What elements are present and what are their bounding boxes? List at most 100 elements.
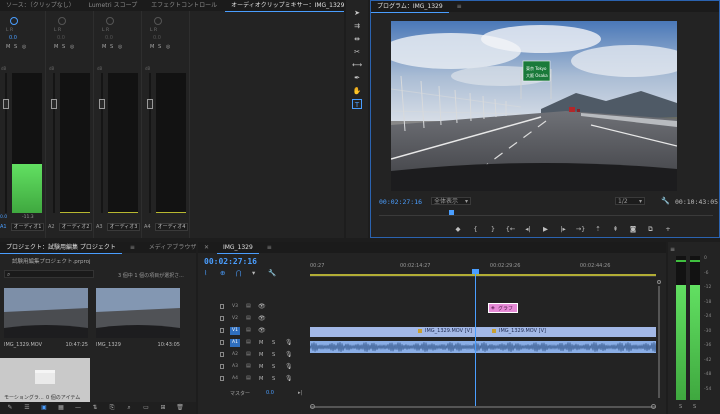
volume-fader-handle[interactable] [3,99,9,109]
timeline-horizontal-scrollbar[interactable] [310,404,656,410]
freeform-view-icon[interactable]: ▦ [55,404,67,411]
microphone-icon[interactable]: 🎙 [285,339,293,346]
button-editor-icon[interactable]: ⧉ [644,225,658,234]
quality-select[interactable]: 1/2 ▾ [615,197,645,205]
nest-icon[interactable]: ⋂ [236,269,241,277]
volume-fader-track[interactable] [149,73,151,213]
timeline-vertical-scrollbar[interactable] [656,278,662,402]
go-to-end-icon[interactable]: ▸| [298,390,302,396]
play-icon[interactable]: ▶ [539,225,553,233]
extract-icon[interactable]: ⇞ [609,225,623,233]
sync-lock-icon[interactable]: ▤ [246,315,251,321]
export-frame-icon[interactable]: ◙ [626,225,640,233]
volume-fader-track[interactable] [5,73,7,213]
mute-button[interactable]: M [259,376,263,382]
project-item-clip[interactable]: IMG_1329.MOV 10:47:25 [4,288,88,354]
step-forward-icon[interactable]: |▸ [556,225,570,233]
ripple-edit-icon[interactable]: ⇹ [352,34,362,44]
solo-button[interactable]: S [158,44,161,50]
go-to-in-icon[interactable]: {← [504,225,518,233]
lock-icon[interactable] [220,340,224,345]
eye-icon[interactable]: 👁 [258,303,266,310]
linked-selection-icon[interactable]: ⊕ [220,269,225,277]
sync-lock-icon[interactable]: ▤ [246,327,251,333]
video-clip-v1[interactable]: IMG_1329.MOV [V] IMG_1329.MOV [V] [310,327,656,337]
pan-value[interactable]: 0.0 [57,35,65,41]
channel-name[interactable]: オーディオ1 [11,223,44,231]
mute-button[interactable]: M [259,364,263,370]
pan-value[interactable]: 0.0 [105,35,113,41]
timeline-timecode[interactable]: 00:02:27:16 [204,257,257,266]
tab-lumetri-scopes[interactable]: Lumetri スコープ [83,0,144,11]
program-timecode[interactable]: 00:02:27:16 [379,198,422,206]
step-back-icon[interactable]: ◂| [521,225,535,233]
lock-icon[interactable] [220,376,224,381]
audio-clip-a1[interactable] [310,341,656,353]
volume-value[interactable]: 0.0 [0,215,7,220]
sync-lock-icon[interactable]: ▤ [246,375,251,381]
auto-sequence-icon[interactable]: ⎘ [106,404,118,412]
microphone-icon[interactable]: 🎙 [285,375,293,382]
mark-in-icon[interactable]: { [469,225,483,233]
sync-lock-icon[interactable]: ▤ [246,363,251,369]
add-marker-icon[interactable]: ◆ [451,225,465,233]
mute-button[interactable]: M [259,340,263,346]
razor-icon[interactable]: ✂ [352,47,362,57]
pan-knob[interactable] [10,17,18,25]
pan-value[interactable]: 0.0 [153,35,161,41]
track-target-button[interactable]: A4 [230,375,240,383]
solo-button[interactable]: S [272,364,275,370]
pan-knob[interactable] [58,17,66,25]
project-item-sequence[interactable]: IMG_1329 10:43:05 [96,288,180,354]
track-target-button[interactable]: V1 [230,327,240,335]
sort-icon[interactable]: ⇅ [89,404,101,411]
microphone-icon[interactable]: 🎙 [285,351,293,358]
go-to-out-icon[interactable]: →} [574,225,588,233]
volume-fader-track[interactable] [101,73,103,213]
panel-menu-icon[interactable]: ≡ [124,242,141,253]
write-keyframes-icon[interactable]: ◎ [22,44,26,50]
type-icon[interactable]: T [352,99,362,109]
pen-icon[interactable]: ✒ [352,73,362,83]
solo-button[interactable]: S [272,352,275,358]
panel-menu-icon[interactable]: ≡ [451,1,468,12]
channel-name[interactable]: オーディオ2 [59,223,92,231]
zoom-select[interactable]: 全体表示 ▾ [431,197,471,205]
find-icon[interactable]: ⌕ [123,404,135,412]
channel-name[interactable]: オーディオ3 [107,223,140,231]
solo-button[interactable]: S [14,44,17,50]
track-target-button[interactable]: A2 [230,351,240,359]
hand-icon[interactable]: ✋ [352,86,362,96]
track-target-button[interactable]: V3 [230,303,240,311]
sync-lock-icon[interactable]: ▤ [246,339,251,345]
program-playhead-handle[interactable] [449,210,455,215]
mute-button[interactable]: M [102,44,106,50]
lock-icon[interactable] [220,304,224,309]
delete-icon[interactable]: 🗑 [174,404,186,411]
slip-icon[interactable]: ⟷ [352,60,362,70]
track-select-icon[interactable]: ⇉ [352,21,362,31]
close-icon[interactable]: ✕ [198,242,215,253]
graphic-clip[interactable]: ◈ グラフ [488,303,518,313]
add-marker-icon[interactable]: ▾ [252,269,255,277]
solo-right-button[interactable]: S [693,404,696,410]
sync-lock-icon[interactable]: ▤ [246,303,251,309]
project-search-input[interactable]: ⌕ [4,270,94,278]
eye-icon[interactable]: 👁 [258,315,266,322]
track-target-button[interactable]: A3 [230,363,240,371]
tab-source[interactable]: ソース：（クリップなし） [0,0,81,11]
microphone-icon[interactable]: 🎙 [285,363,293,370]
lock-icon[interactable] [220,364,224,369]
solo-button[interactable]: S [272,340,275,346]
icon-view-icon[interactable]: ▣ [38,404,50,411]
pan-knob[interactable] [106,17,114,25]
panel-menu-icon[interactable]: ≡ [670,246,675,253]
solo-button[interactable]: S [62,44,65,50]
new-bin-icon[interactable]: ▭ [140,404,152,411]
volume-fader-handle[interactable] [147,99,153,109]
mute-button[interactable]: M [54,44,58,50]
add-button-icon[interactable]: + [661,225,675,233]
tab-sequence[interactable]: IMG_1329 [216,242,259,254]
tab-program-monitor[interactable]: プログラム：IMG_1329 [371,1,449,13]
timeline-playhead[interactable] [471,269,479,407]
